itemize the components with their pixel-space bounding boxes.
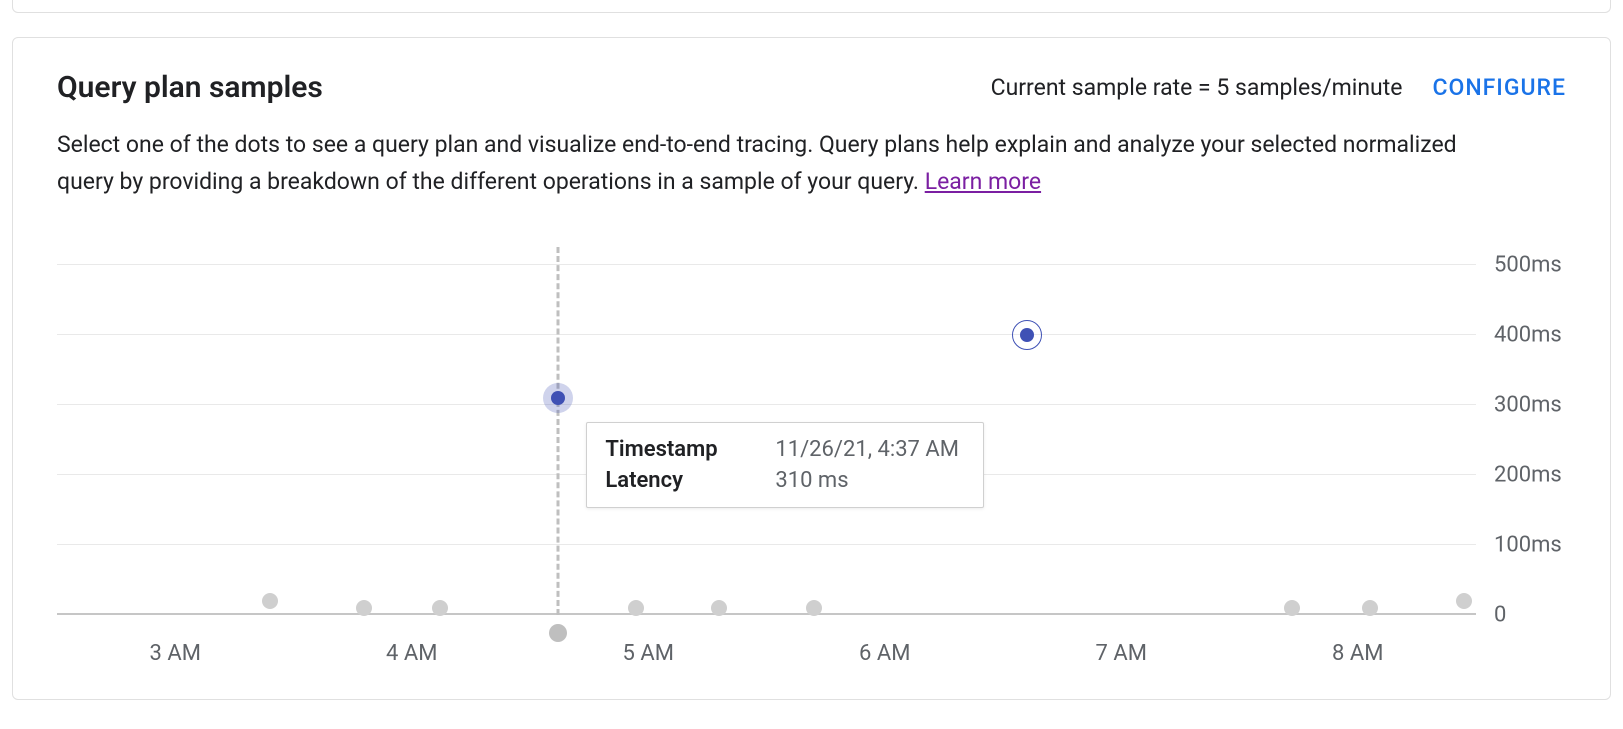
x-tick-label: 7 AM [1096,641,1147,666]
card-description: Select one of the dots to see a query pl… [57,127,1507,201]
chart-tooltip: Timestamp 11/26/21, 4:37 AM Latency 310 … [586,422,984,508]
chart-cursor-handle[interactable] [549,624,567,642]
chart-plot-area[interactable]: Timestamp 11/26/21, 4:37 AM Latency 310 … [57,245,1476,635]
x-tick-label: 4 AM [386,641,437,666]
sample-rate-text: Current sample rate = 5 samples/minute [991,74,1403,101]
chart-data-point[interactable] [1284,600,1300,616]
y-tick-label: 300ms [1494,392,1562,417]
tooltip-row-label: Timestamp [605,437,775,462]
chart-y-axis: 0 100ms 200ms 300ms 400ms 500ms [1476,245,1566,635]
card-title: Query plan samples [57,70,323,105]
x-tick-label: 8 AM [1332,641,1383,666]
y-tick-label: 200ms [1494,462,1562,487]
tooltip-row-label: Latency [605,468,775,493]
card-header-right: Current sample rate = 5 samples/minute C… [991,74,1566,101]
x-tick-label: 6 AM [859,641,910,666]
description-text: Select one of the dots to see a query pl… [57,131,1457,195]
chart-x-axis: 3 AM 4 AM 5 AM 6 AM 7 AM 8 AM [57,641,1566,671]
configure-button[interactable]: CONFIGURE [1432,74,1566,101]
chart-data-point[interactable] [356,600,372,616]
tooltip-row-value: 310 ms [775,468,848,493]
chart-data-point[interactable] [1020,328,1034,342]
tooltip-row-value: 11/26/21, 4:37 AM [775,437,959,462]
chart-data-point[interactable] [806,600,822,616]
latency-scatter-chart[interactable]: Timestamp 11/26/21, 4:37 AM Latency 310 … [57,245,1566,635]
chart-data-point[interactable] [262,593,278,609]
chart-data-point[interactable] [551,391,565,405]
chart-data-point[interactable] [1362,600,1378,616]
y-tick-label: 500ms [1494,252,1562,277]
x-tick-label: 5 AM [623,641,674,666]
chart-cursor-line [557,247,560,615]
y-tick-label: 0 [1494,602,1506,627]
chart-data-point[interactable] [711,600,727,616]
chart-data-point[interactable] [628,600,644,616]
x-tick-label: 3 AM [150,641,201,666]
query-plan-samples-card: Query plan samples Current sample rate =… [12,37,1611,700]
chart-data-point[interactable] [432,600,448,616]
y-tick-label: 100ms [1494,532,1562,557]
card-header: Query plan samples Current sample rate =… [57,70,1566,105]
learn-more-link[interactable]: Learn more [925,168,1041,195]
chart-data-point[interactable] [1456,593,1472,609]
adjacent-card-edge [12,0,1611,13]
y-tick-label: 400ms [1494,322,1562,347]
